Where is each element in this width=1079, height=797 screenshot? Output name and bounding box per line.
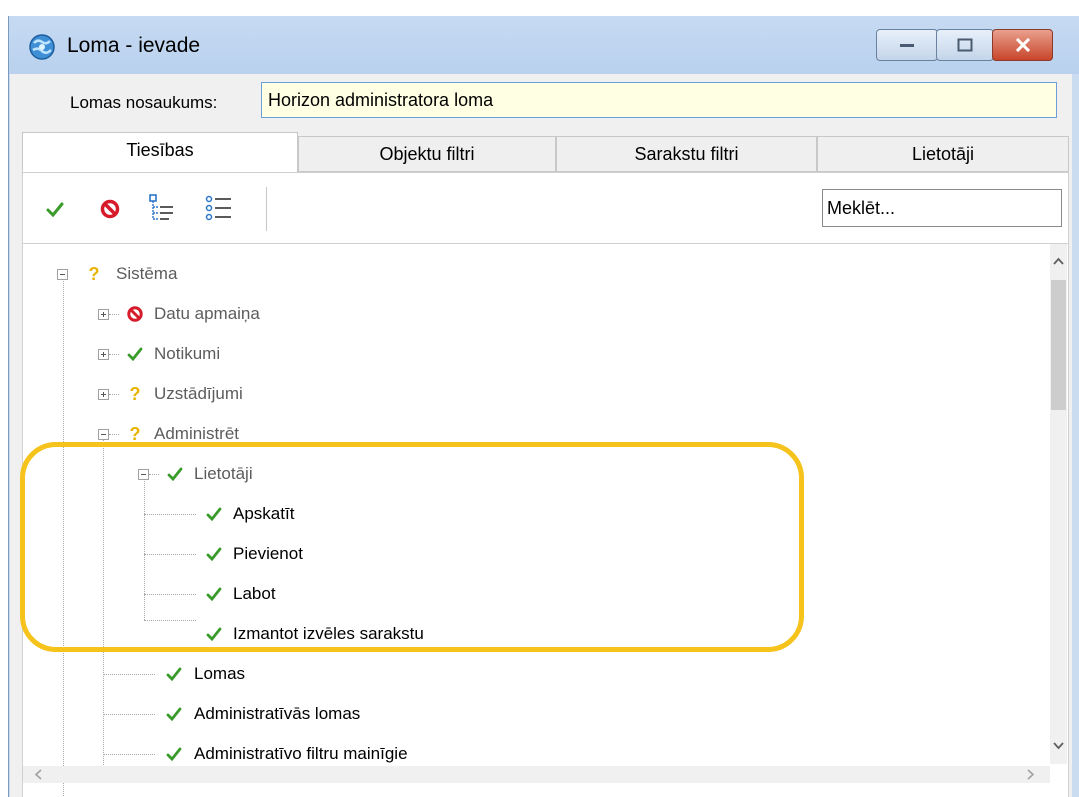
maximize-icon (957, 38, 973, 52)
tree-node-label[interactable]: Notikumi (154, 344, 220, 364)
partial-access-icon[interactable]: ? (85, 265, 103, 283)
window-title: Loma - ievade (67, 34, 201, 57)
check-icon[interactable] (126, 345, 144, 363)
horizontal-scrollbar[interactable] (23, 766, 1050, 783)
minimize-icon (900, 44, 914, 47)
chevron-left-icon[interactable] (33, 769, 44, 780)
tree-node-label[interactable]: Datu apmaiņa (154, 304, 260, 324)
close-icon (1015, 38, 1030, 52)
tree-node-label[interactable]: Administratīvo filtru mainīgie (194, 744, 408, 764)
tab-list-filters[interactable]: Sarakstu filtri (556, 136, 817, 172)
check-icon[interactable] (44, 198, 66, 220)
role-entry-window: Loma - ievade Lomas nosaukums: Horizon a… (8, 16, 1079, 797)
tree-node-label[interactable]: Administrēt (154, 424, 239, 444)
tree-line (109, 394, 119, 395)
minimize-button[interactable] (876, 29, 938, 61)
role-name-input[interactable]: Horizon administratora loma (261, 82, 1057, 118)
collapse-tree-icon[interactable] (204, 193, 234, 223)
scrollbar-thumb[interactable] (1051, 280, 1066, 410)
tree-line (109, 434, 119, 435)
check-icon[interactable] (165, 745, 183, 763)
search-input[interactable]: Meklēt... (822, 189, 1062, 227)
expand-toggle[interactable] (98, 349, 109, 360)
permissions-toolbar: Meklēt... (23, 173, 1068, 243)
tree-line (103, 714, 155, 715)
tree-node-label[interactable]: Uzstādījumi (154, 384, 243, 404)
collapse-toggle[interactable] (98, 429, 109, 440)
toolbar-separator (266, 187, 267, 231)
tree-line (109, 314, 119, 315)
check-icon[interactable] (165, 665, 183, 683)
highlight-annotation (20, 442, 804, 652)
maximize-button[interactable] (936, 29, 994, 61)
vertical-scrollbar[interactable] (1050, 244, 1067, 764)
tab-strip: Tiesības Objektu filtri Sarakstu filtri … (22, 132, 1069, 173)
expand-toggle[interactable] (98, 389, 109, 400)
tree-node-label[interactable]: Lomas (194, 664, 245, 684)
tree-node-label[interactable]: Administratīvās lomas (194, 704, 360, 724)
app-globe-icon (29, 34, 55, 60)
deny-icon[interactable] (126, 305, 144, 323)
deny-icon[interactable] (99, 198, 121, 220)
chevron-down-icon[interactable] (1053, 740, 1064, 751)
role-name-label: Lomas nosaukums: (70, 93, 218, 112)
chevron-up-icon[interactable] (1053, 256, 1064, 267)
close-button[interactable] (992, 29, 1053, 61)
tree-node-label[interactable]: Sistēma (116, 264, 177, 284)
check-icon[interactable] (165, 705, 183, 723)
expand-tree-icon[interactable] (147, 193, 177, 223)
role-name-row: Lomas nosaukums: Horizon administratora … (10, 74, 1072, 132)
expand-toggle[interactable] (98, 309, 109, 320)
partial-access-icon[interactable]: ? (126, 425, 144, 443)
window-client-area: Lomas nosaukums: Horizon administratora … (10, 74, 1072, 797)
tree-line (109, 354, 119, 355)
tab-users[interactable]: Lietotāji (817, 136, 1069, 172)
tab-permissions[interactable]: Tiesības (22, 132, 298, 173)
tree-line (103, 674, 155, 675)
chevron-right-icon[interactable] (1025, 769, 1036, 780)
tab-object-filters[interactable]: Objektu filtri (298, 136, 556, 172)
title-bar[interactable]: Loma - ievade (9, 16, 1079, 74)
tree-line (103, 754, 155, 755)
collapse-toggle[interactable] (57, 269, 68, 280)
partial-access-icon[interactable]: ? (126, 385, 144, 403)
